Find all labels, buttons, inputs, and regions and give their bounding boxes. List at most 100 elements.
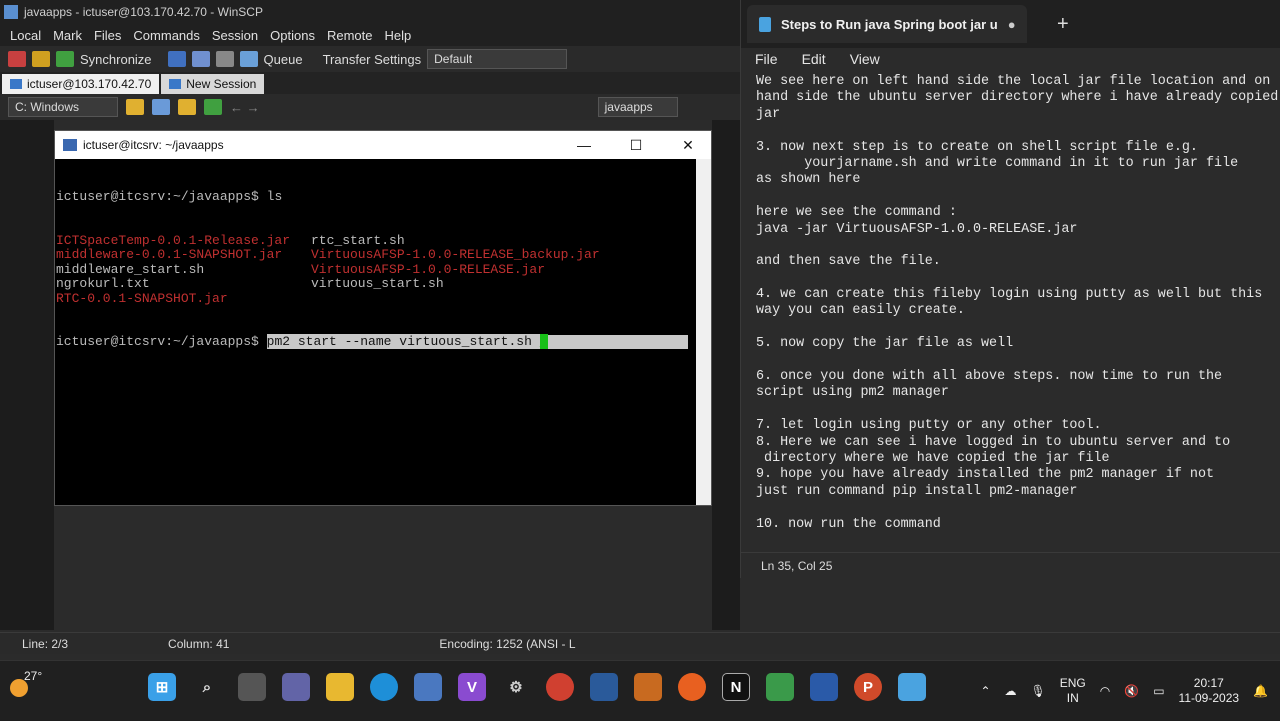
weather-widget[interactable]: 27° [10, 669, 50, 713]
tab-session-active[interactable]: ictuser@103.170.42.70 [2, 74, 160, 94]
transfer-settings-label: Transfer Settings [322, 51, 422, 67]
powerpoint-icon[interactable]: P [854, 673, 882, 701]
winscp-taskbar-icon[interactable] [414, 673, 442, 701]
menu-session[interactable]: Session [212, 28, 258, 43]
notepad-menu-edit[interactable]: Edit [802, 51, 826, 67]
notepad-taskbar-icon[interactable] [898, 673, 926, 701]
notepad-window: Steps to Run java Spring boot jar u ● + … [740, 0, 1280, 578]
menu-remote[interactable]: Remote [327, 28, 373, 43]
console-icon[interactable] [167, 51, 186, 67]
notepad-text-area[interactable]: We see here on left hand side the local … [741, 74, 1280, 552]
sync-browse-icon[interactable] [32, 51, 50, 67]
battery-icon[interactable]: ▭ [1153, 684, 1164, 698]
notepad-text-line: as shown here [756, 172, 861, 188]
refresh-icon[interactable] [204, 99, 222, 115]
minimize-button[interactable]: — [561, 131, 607, 159]
terminal-ls-command: ls [266, 189, 283, 204]
gear-icon[interactable] [215, 51, 234, 67]
language-indicator[interactable]: ENG IN [1060, 676, 1086, 706]
putty-titlebar: ictuser@itcsrv: ~/javaapps — ☐ ✕ [55, 131, 711, 159]
home-icon[interactable] [178, 99, 196, 115]
start-icon[interactable]: ⊞ [148, 673, 176, 701]
file-explorer-icon[interactable] [326, 673, 354, 701]
notepad-text-line: yourjarname.sh and write command in it t… [756, 155, 1239, 171]
terminal-file-row: ngrokurl.txt virtuous_start.sh [56, 276, 694, 292]
compare-icon[interactable] [8, 51, 26, 67]
java-icon[interactable] [634, 673, 662, 701]
menu-files[interactable]: Files [94, 28, 121, 43]
synchronize-button[interactable]: Synchronize [80, 52, 152, 67]
edge-icon[interactable] [370, 673, 398, 701]
transfer-settings-select[interactable]: Default [427, 49, 568, 69]
chevron-up-icon[interactable]: ⌃ [980, 684, 990, 698]
teams-icon[interactable] [282, 673, 310, 701]
menu-local[interactable]: Local [10, 28, 41, 43]
notepad-text-line: java -jar VirtuousAFSP-1.0.0-RELEASE.jar [756, 221, 1078, 237]
back-icon[interactable]: ← → [230, 100, 260, 115]
weather-temp: 27° [24, 669, 43, 683]
word-icon[interactable] [810, 673, 838, 701]
notepad-menu-view[interactable]: View [850, 51, 880, 67]
tab-new-session[interactable]: New Session [161, 74, 265, 94]
terminal-selection-tail [547, 335, 688, 349]
queue-icon[interactable] [239, 51, 258, 67]
queue-button[interactable]: Queue [264, 52, 303, 67]
notepad-text-line [756, 500, 1280, 516]
folder-open-icon[interactable] [126, 99, 144, 115]
microphone-icon[interactable]: 🎙 [1031, 684, 1046, 698]
unsaved-dot-icon[interactable]: ● [1008, 17, 1016, 32]
clock[interactable]: 20:17 11-09-2023 [1179, 676, 1240, 706]
new-tab-icon[interactable]: + [1057, 13, 1069, 36]
local-drive-select[interactable]: C: Windows [8, 97, 118, 117]
notion-icon[interactable]: N [722, 673, 750, 701]
notepad-text-line: and then save the file. [756, 254, 941, 270]
volume-muted-icon[interactable]: 🔇 [1124, 684, 1139, 698]
tab-session-label: ictuser@103.170.42.70 [27, 77, 152, 91]
paint-icon[interactable] [766, 673, 794, 701]
session-tabs: ictuser@103.170.42.70 New Session [0, 72, 740, 94]
notepad-menu-file[interactable]: File [755, 51, 778, 67]
onedrive-icon[interactable]: ☁ [1005, 684, 1017, 698]
notepad-text-line: here we see the command : [756, 205, 957, 221]
notepad-text-line: 8. Here we can see i have logged in to u… [756, 434, 1231, 450]
chrome-icon[interactable] [546, 673, 574, 701]
synchronize-icon[interactable] [56, 51, 74, 67]
terminal-scrollbar[interactable] [696, 159, 711, 505]
location-bar: C: Windows ← → javaapps [0, 94, 740, 120]
close-button[interactable]: ✕ [665, 131, 711, 159]
terminal-file-name: ICTSpaceTemp-0.0.1-Release.jar [56, 232, 291, 248]
menu-help[interactable]: Help [384, 28, 411, 43]
notepad-text-line [756, 189, 1280, 205]
putty-taskbar-icon[interactable] [590, 673, 618, 701]
notepad-tab[interactable]: Steps to Run java Spring boot jar u ● [747, 5, 1027, 43]
remote-file-panel[interactable] [712, 120, 740, 630]
filter-icon[interactable] [152, 99, 170, 115]
local-file-panel[interactable] [0, 120, 54, 630]
task-view-icon[interactable] [238, 673, 266, 701]
settings-icon[interactable]: ⚙ [502, 673, 530, 701]
notepad-text-line: jar [756, 106, 781, 122]
system-tray: ⌃ ☁ 🎙 ENG IN ◠ 🔇 ▭ 20:17 11-09-2023 🔔 [980, 661, 1280, 721]
menu-options[interactable]: Options [270, 28, 315, 43]
postman-icon[interactable] [678, 673, 706, 701]
notepad-text-line [756, 402, 1280, 418]
notepad-text-line: just run command pip install pm2-manager [756, 483, 1078, 499]
notepad-menubar: File Edit View [741, 48, 1280, 70]
maximize-button[interactable]: ☐ [613, 131, 659, 159]
terminal-output[interactable]: ictuser@itcsrv:~/javaapps$ ls ICTSpaceTe… [55, 159, 695, 505]
status-column: Column: 41 [168, 636, 230, 651]
terminal-file-row: ICTSpaceTemp-0.0.1-Release.jar rtc_start.… [56, 232, 694, 249]
menu-mark[interactable]: Mark [53, 28, 82, 43]
wifi-icon[interactable]: ◠ [1100, 684, 1110, 698]
visual-studio-icon[interactable]: V [458, 673, 486, 701]
notification-icon[interactable]: 🔔 [1253, 684, 1268, 698]
putty-window[interactable]: ictuser@itcsrv: ~/javaapps — ☐ ✕ ictuser… [54, 130, 712, 506]
notepad-text-line [756, 353, 1280, 369]
search-icon[interactable]: ⌕ [193, 673, 221, 701]
remote-dir-select[interactable]: javaapps [597, 97, 678, 117]
menu-commands[interactable]: Commands [133, 28, 199, 43]
notepad-text-line: 4. we can create this fileby login using… [756, 287, 1263, 303]
language-top: ENG [1059, 676, 1086, 690]
notepad-text-line: 9. hope you have already installed the p… [756, 467, 1215, 483]
putty-icon[interactable] [191, 51, 210, 67]
